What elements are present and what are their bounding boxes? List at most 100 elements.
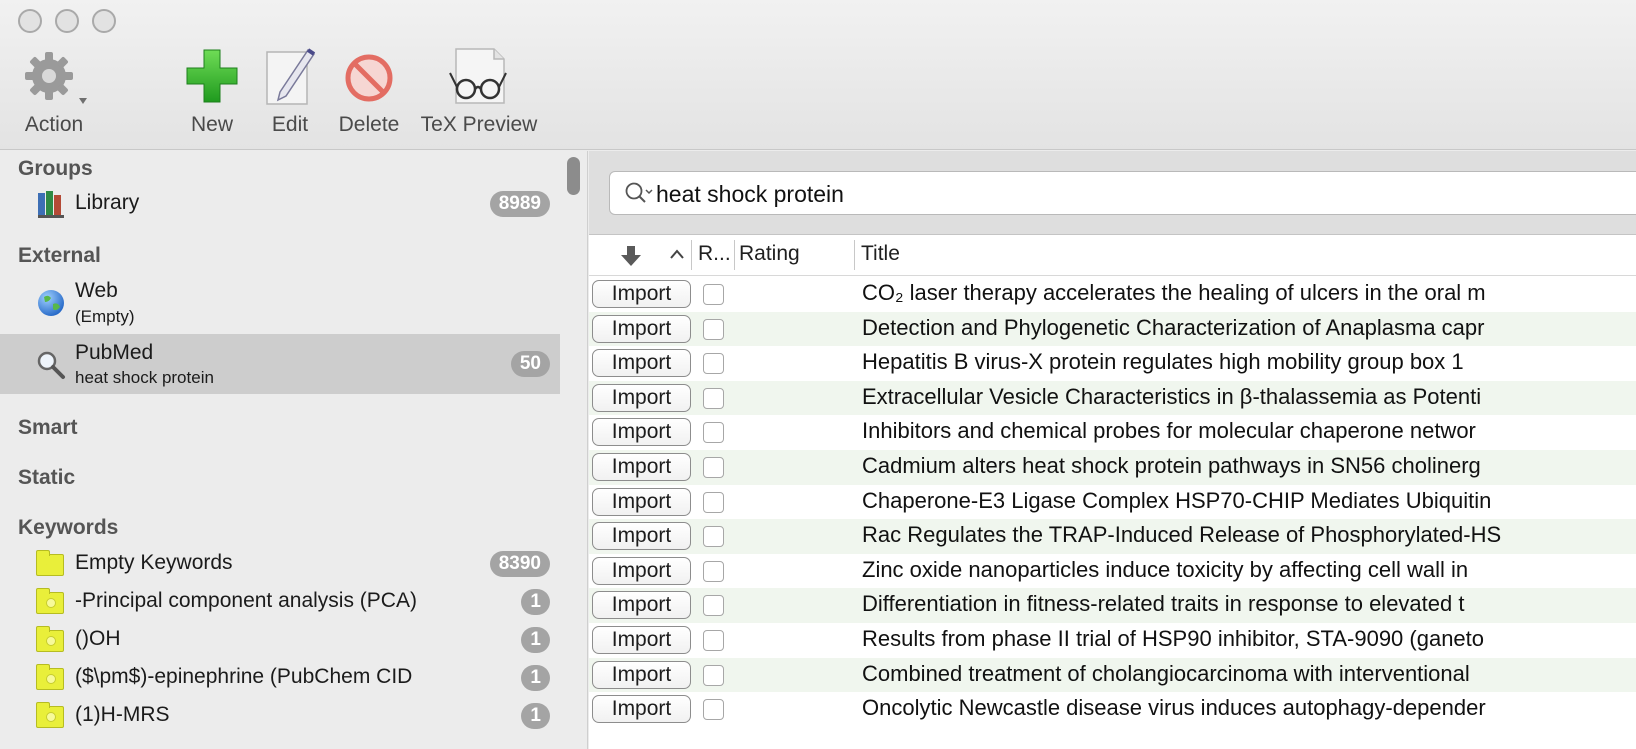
- import-button[interactable]: Import: [592, 349, 691, 378]
- read-checkbox[interactable]: [703, 491, 724, 513]
- gear-icon: [19, 40, 89, 112]
- table-row[interactable]: Import Inhibitors and chemical probes fo…: [589, 415, 1636, 450]
- action-label: Action: [24, 113, 84, 136]
- sidebar-item-keyword[interactable]: ()OH 1: [0, 623, 560, 657]
- search-input[interactable]: heat shock protein: [609, 171, 1636, 215]
- sidebar-item-sublabel: heat shock protein: [75, 368, 214, 387]
- row-title: Chaperone-E3 Ligase Complex HSP70-CHIP M…: [862, 487, 1492, 513]
- import-button[interactable]: Import: [592, 626, 691, 654]
- import-button[interactable]: Import: [592, 314, 691, 343]
- no-entry-icon: [341, 40, 397, 112]
- read-checkbox[interactable]: [703, 284, 724, 305]
- delete-label: Delete: [338, 113, 400, 136]
- title-column-header[interactable]: Title: [861, 242, 900, 266]
- row-title: Results from phase II trial of HSP90 inh…: [862, 626, 1485, 651]
- import-button[interactable]: Import: [592, 591, 691, 620]
- sidebar-item-keyword[interactable]: -Principal component analysis (PCA) 1: [0, 585, 560, 619]
- import-button[interactable]: Import: [592, 695, 691, 724]
- edit-document-icon: [262, 40, 318, 112]
- search-icon: [625, 182, 653, 203]
- table-row[interactable]: Import Oncolytic Newcastle disease virus…: [589, 692, 1636, 727]
- read-checkbox[interactable]: [703, 387, 724, 409]
- table-row[interactable]: Import Differentiation in fitness-relate…: [589, 588, 1636, 623]
- read-column-header[interactable]: R...: [698, 242, 731, 266]
- read-checkbox[interactable]: [703, 318, 724, 340]
- table-row[interactable]: Import Cadmium alters heat shock protein…: [589, 450, 1636, 485]
- sidebar-item-sublabel: (Empty): [75, 307, 135, 326]
- count-badge: 8390: [489, 551, 550, 577]
- search-value: heat shock protein: [656, 181, 844, 207]
- toolbar: Action New Edit Delete TeX Preview: [0, 0, 1636, 150]
- read-checkbox[interactable]: [703, 560, 724, 582]
- column-divider[interactable]: [854, 240, 855, 270]
- globe-icon: [38, 290, 64, 316]
- folder-icon: [36, 626, 64, 652]
- sidebar-item-label: -Principal component analysis (PCA): [75, 589, 417, 612]
- table-row[interactable]: Import Chaperone-E3 Ligase Complex HSP70…: [589, 485, 1636, 520]
- zoom-window-button[interactable]: [92, 9, 116, 33]
- import-button[interactable]: Import: [592, 556, 691, 585]
- read-checkbox[interactable]: [703, 353, 724, 375]
- read-checkbox[interactable]: [703, 457, 724, 478]
- edit-button[interactable]: Edit: [262, 40, 318, 137]
- read-checkbox[interactable]: [703, 595, 724, 617]
- sidebar-item-library[interactable]: Library 8989: [0, 187, 560, 221]
- import-column-arrow-icon[interactable]: [619, 244, 643, 268]
- sidebar-item-label: PubMed: [75, 341, 154, 364]
- table-row[interactable]: Import Results from phase II trial of HS…: [589, 623, 1636, 658]
- delete-button[interactable]: Delete: [336, 40, 402, 137]
- sidebar-item-web[interactable]: Web (Empty): [0, 275, 560, 331]
- import-button[interactable]: Import: [592, 660, 691, 689]
- count-badge: 50: [510, 351, 550, 377]
- row-title: Rac Regulates the TRAP-Induced Release o…: [862, 522, 1502, 548]
- library-books-icon: [38, 191, 64, 218]
- row-title: Cadmium alters heat shock protein pathwa…: [862, 453, 1481, 478]
- read-checkbox[interactable]: [703, 422, 724, 444]
- action-button[interactable]: Action: [18, 40, 90, 137]
- row-title: Combined treatment of cholangiocarcinoma…: [862, 660, 1470, 686]
- table-row[interactable]: Import Hepatitis B virus-X protein regul…: [589, 346, 1636, 381]
- import-button[interactable]: Import: [592, 418, 691, 447]
- count-badge: 1: [521, 589, 550, 615]
- new-button[interactable]: New: [184, 40, 240, 137]
- import-button[interactable]: Import: [592, 383, 691, 412]
- import-button[interactable]: Import: [592, 453, 691, 481]
- tex-preview-label: TeX Preview: [420, 113, 538, 136]
- tex-preview-icon: [444, 40, 514, 112]
- table-row[interactable]: Import Detection and Phylogenetic Charac…: [589, 311, 1636, 347]
- sidebar-scrollbar[interactable]: [560, 151, 588, 749]
- read-checkbox[interactable]: [703, 630, 724, 651]
- scrollbar-thumb[interactable]: [567, 157, 580, 195]
- search-bar: heat shock protein: [589, 151, 1636, 235]
- import-button[interactable]: Import: [592, 522, 691, 551]
- table-row[interactable]: Import Combined treatment of cholangioca…: [589, 657, 1636, 693]
- sidebar-item-keyword[interactable]: Empty Keywords 8390: [0, 547, 560, 581]
- groups-header: Groups: [18, 157, 93, 180]
- row-title: Differentiation in fitness-related trait…: [862, 591, 1465, 617]
- table-row[interactable]: Import Zinc oxide nanoparticles induce t…: [589, 554, 1636, 589]
- import-button[interactable]: Import: [592, 280, 691, 308]
- sidebar-item-keyword[interactable]: (1)H-MRS 1: [0, 699, 560, 733]
- table-row[interactable]: Import CO₂ laser therapy accelerates the…: [589, 277, 1636, 312]
- close-window-button[interactable]: [18, 9, 42, 33]
- read-checkbox[interactable]: [703, 699, 724, 721]
- rating-column-header[interactable]: Rating: [739, 242, 800, 266]
- read-checkbox[interactable]: [703, 526, 724, 548]
- folder-icon: [36, 664, 64, 690]
- row-title: Extracellular Vesicle Characteristics in…: [862, 383, 1482, 409]
- column-divider[interactable]: [691, 240, 692, 270]
- table-row[interactable]: Import Rac Regulates the TRAP-Induced Re…: [589, 519, 1636, 554]
- sidebar-item-keyword[interactable]: ($\pm$)-epinephrine (PubChem CID 1: [0, 661, 560, 695]
- count-badge: 1: [521, 665, 550, 691]
- folder-icon: [36, 588, 64, 614]
- column-divider[interactable]: [734, 240, 735, 270]
- main-panel: heat shock protein R... Rating Title Imp…: [589, 151, 1636, 749]
- import-button[interactable]: Import: [592, 487, 691, 516]
- table-row[interactable]: Import Extracellular Vesicle Characteris…: [589, 380, 1636, 416]
- read-checkbox[interactable]: [703, 664, 724, 686]
- sidebar-item-pubmed[interactable]: PubMed heat shock protein 50: [0, 334, 560, 394]
- minimize-window-button[interactable]: [55, 9, 79, 33]
- tex-preview-button[interactable]: TeX Preview: [416, 40, 542, 137]
- edit-label: Edit: [271, 113, 309, 136]
- sort-ascending-icon[interactable]: [669, 248, 685, 260]
